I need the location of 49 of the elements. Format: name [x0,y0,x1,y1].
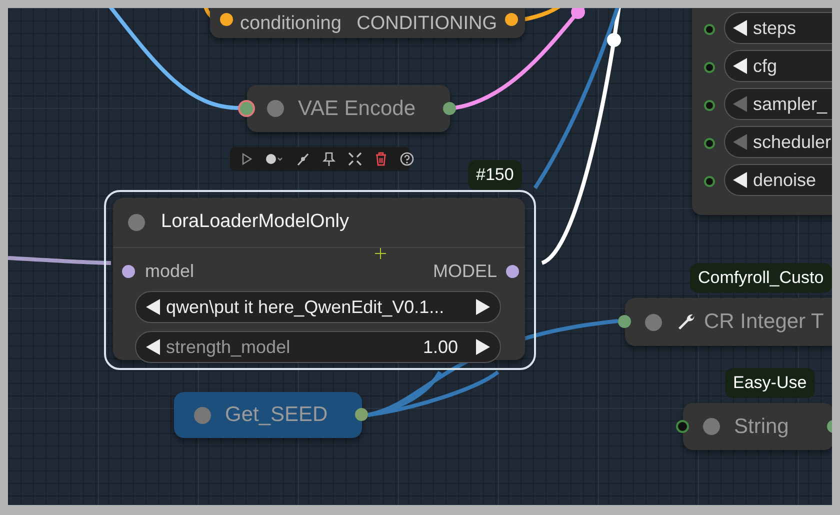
widget-value: 1.00 [422,336,458,358]
port-dot[interactable] [443,102,456,115]
widget-label: steps [753,16,796,40]
input-label: conditioning [240,12,342,36]
bypass-icon [295,151,311,167]
node-title: VAE Encode [298,96,416,122]
widget-label: sampler_ [753,92,828,116]
widget-field[interactable]: cfg [724,50,832,82]
output-label: MODEL [432,260,497,283]
node-badge: Comfyroll_Custo [690,263,832,293]
collapsed-node[interactable]: CR Integer T [625,298,832,346]
status-dot [645,314,662,330]
collapse-icon [347,151,363,167]
status-dot [267,100,284,117]
node-panel[interactable]: LoraLoaderModelOnly model MODEL qwen\put it here_QwenEdit_V0.1... strength_model 1.00 [113,198,525,360]
right-arrow-icon[interactable] [476,299,490,315]
port-dot[interactable] [618,315,631,328]
pin-icon [321,151,337,167]
node-badge: #150 [468,160,522,190]
widget-label: scheduler [753,130,832,154]
widget-label: strength_model [166,336,292,359]
collapsed-node[interactable]: VAE Encode [247,85,450,132]
number-widget[interactable]: strength_model 1.00 [135,331,501,363]
trash-icon [373,151,389,167]
node-panel[interactable]: conditioning CONDITIONING [210,8,525,38]
port-dot[interactable] [240,102,253,115]
node-badge: Easy-Use [725,368,815,398]
node-title: String [734,414,789,440]
right-arrow-icon[interactable] [476,339,490,355]
node-title: CR Integer T [704,309,824,336]
color-circle-icon [265,151,285,167]
status-dot [703,418,720,435]
collapsed-node[interactable]: String [683,403,832,450]
input-label: model [145,260,194,283]
port-dot[interactable] [676,420,689,433]
status-dot [128,214,145,231]
widget-label: denoise [753,168,816,192]
combo-widget[interactable]: qwen\put it here_QwenEdit_V0.1... [135,291,501,323]
status-dot [194,406,211,424]
reroute-dot[interactable] [607,33,621,47]
output-label: CONDITIONING [356,12,497,36]
help-icon [399,151,415,167]
widget-field[interactable]: steps [724,12,832,44]
widget-label: cfg [753,54,778,78]
port-dot[interactable] [355,408,368,421]
node-title: LoraLoaderModelOnly [161,210,350,234]
widget-field[interactable]: denoise [724,164,832,196]
node-title: Get_SEED [225,402,328,428]
widget-value: qwen\put it here_QwenEdit_V0.1... [166,296,446,319]
